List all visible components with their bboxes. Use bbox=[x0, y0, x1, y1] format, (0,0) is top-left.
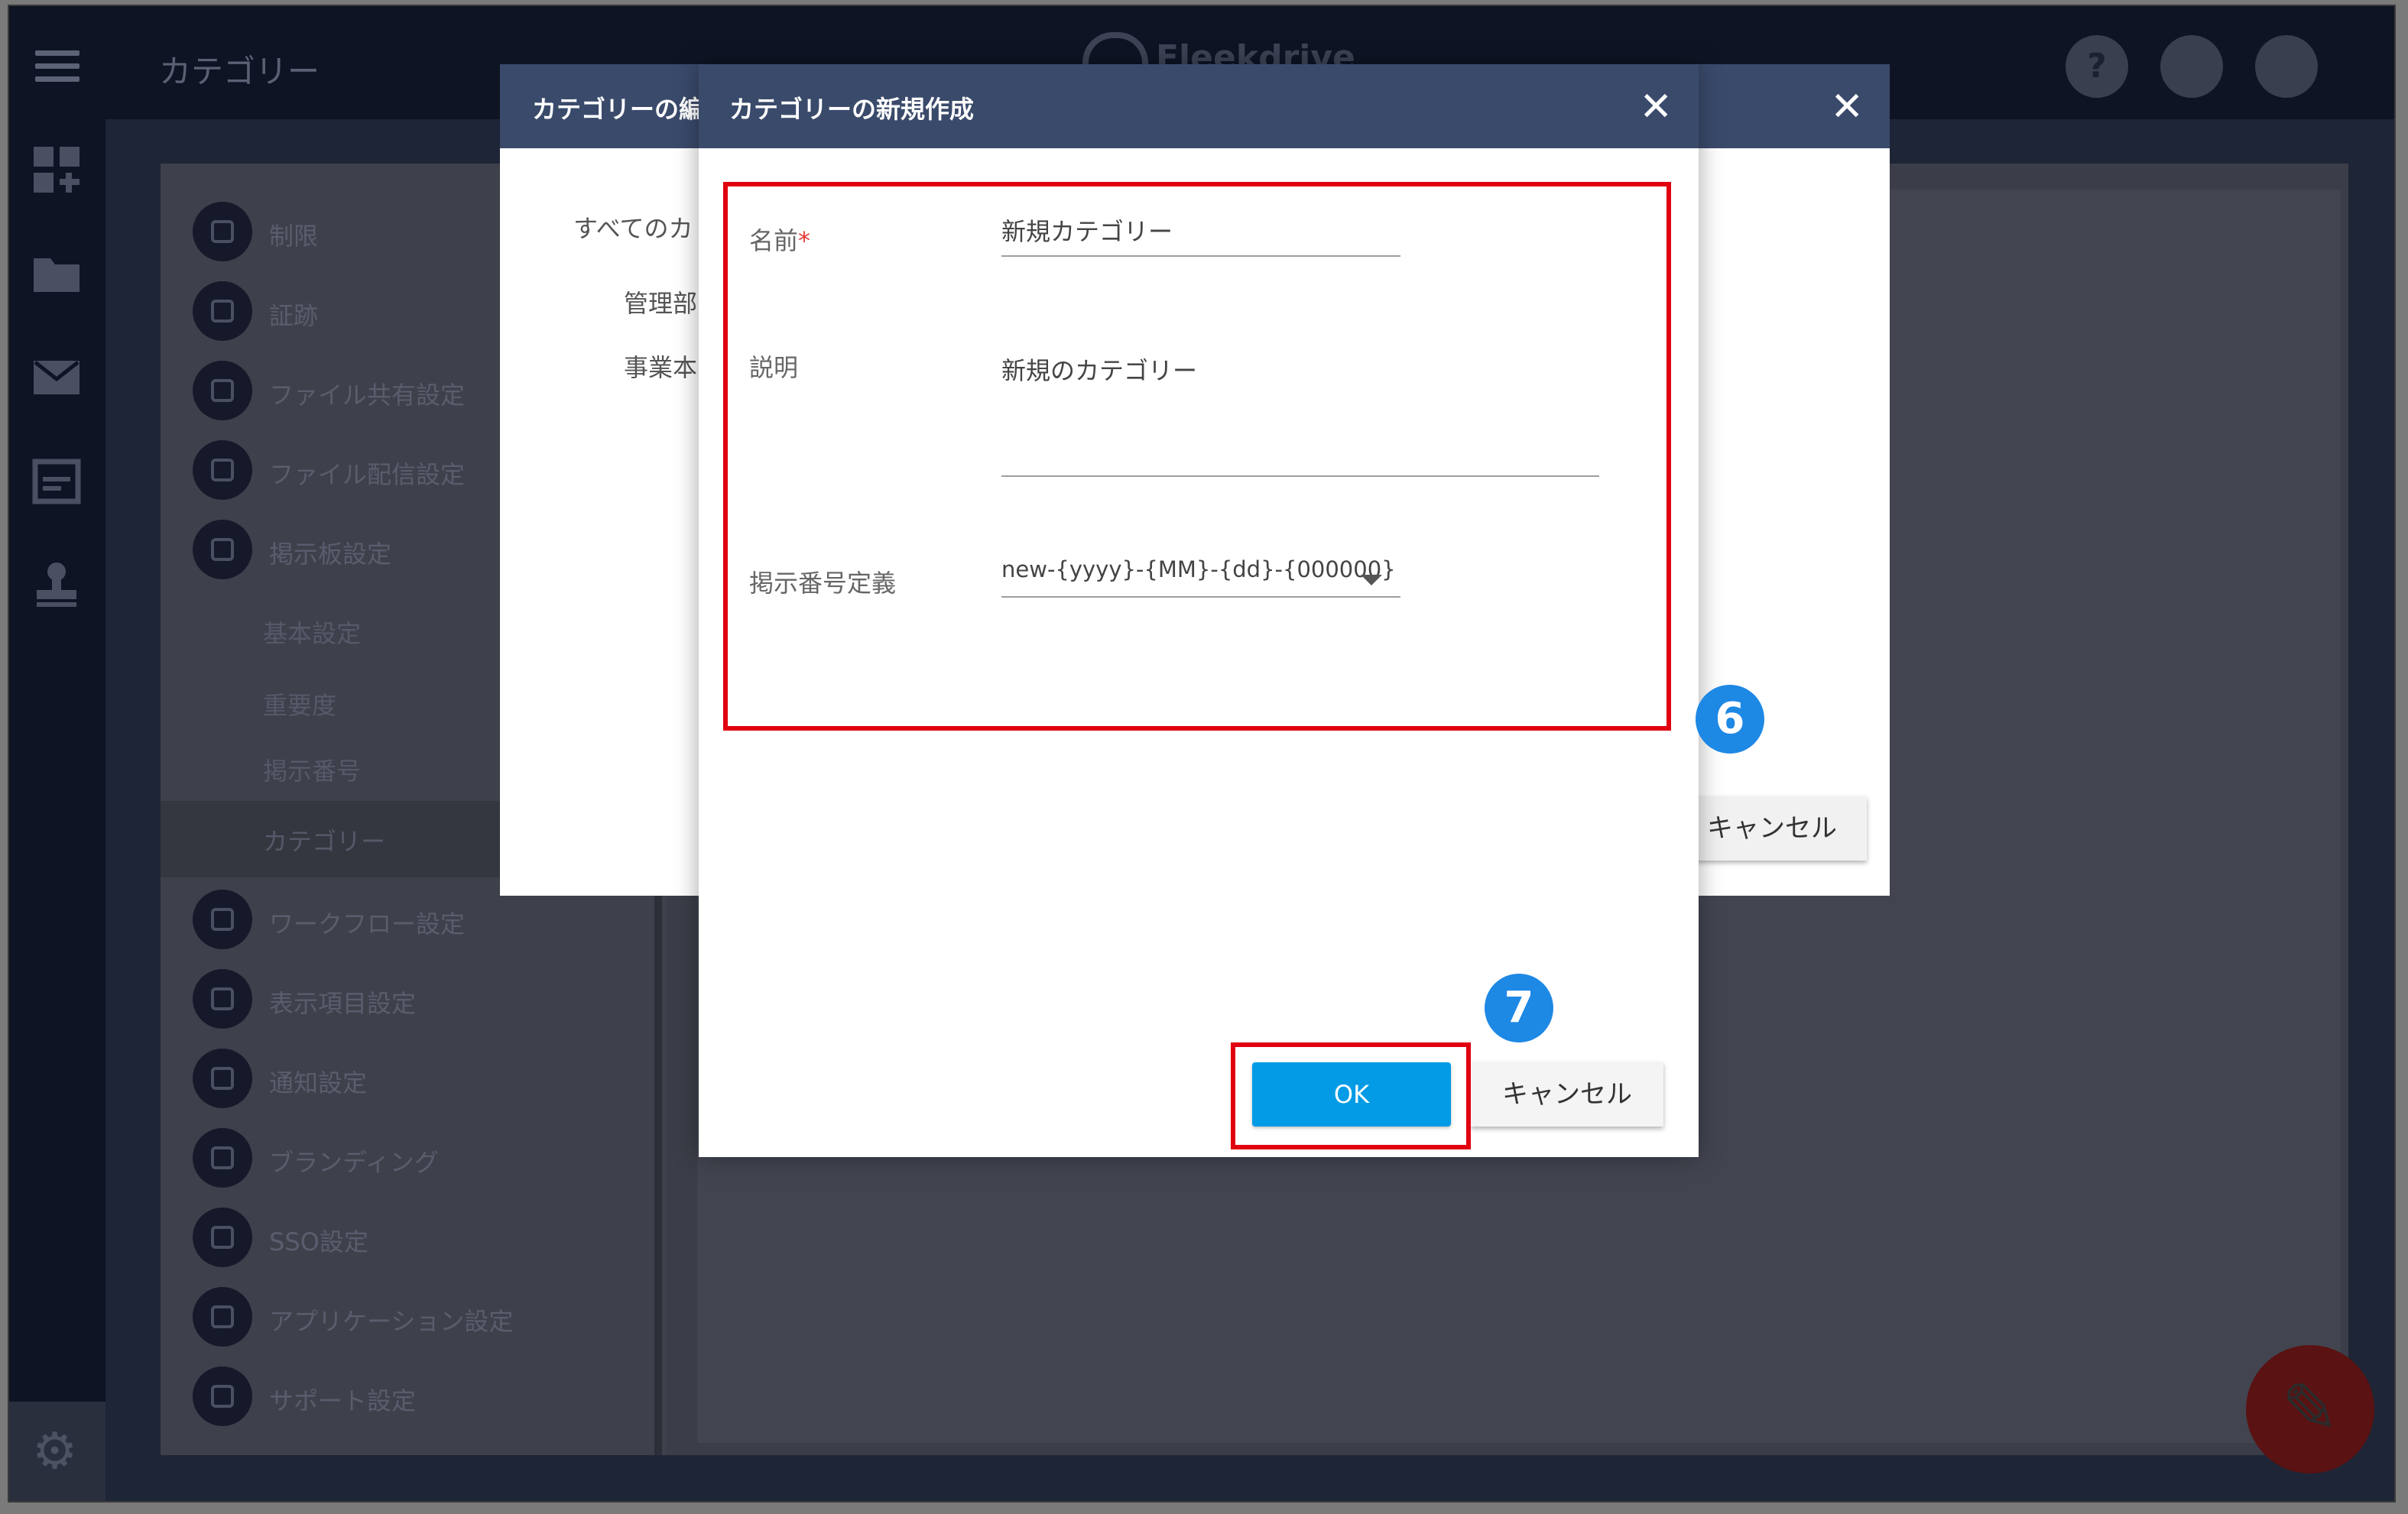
close-icon[interactable]: ✕ bbox=[1830, 84, 1864, 130]
settings-icon[interactable]: ⚙ bbox=[32, 1425, 77, 1478]
settings-rail-item[interactable]: ⚙ bbox=[9, 1402, 105, 1501]
board-icon[interactable] bbox=[31, 454, 83, 506]
dashboard-add-icon[interactable] bbox=[31, 144, 83, 196]
cancel-button[interactable]: キャンセル bbox=[1471, 1062, 1663, 1127]
sidebar-item-label: SSO設定 bbox=[269, 1227, 368, 1256]
edit-fab-button[interactable]: ✎ bbox=[2246, 1345, 2374, 1473]
support-icon bbox=[193, 1366, 252, 1426]
sidebar-item-workflow[interactable]: ワークフロー設定 bbox=[193, 890, 651, 951]
sidebar-item-label: 通知設定 bbox=[269, 1068, 368, 1097]
sidebar-item-label: ファイル共有設定 bbox=[269, 381, 466, 410]
left-rail: ⚙ bbox=[9, 119, 105, 1501]
highlight-form-box bbox=[723, 182, 1671, 731]
page-title: カテゴリー bbox=[159, 53, 320, 90]
highlight-ok-box bbox=[1231, 1042, 1471, 1149]
sidebar-item-label: ワークフロー設定 bbox=[269, 909, 466, 939]
sidebar-item-label: ブランディング bbox=[269, 1148, 439, 1177]
sso-icon bbox=[193, 1208, 252, 1267]
sidebar-subitem-priority[interactable]: 重要度 bbox=[263, 686, 336, 721]
app-icon bbox=[193, 1287, 252, 1347]
list-icon bbox=[193, 969, 252, 1029]
help-icon[interactable]: ? bbox=[2066, 35, 2128, 98]
dialog-title: カテゴリーの編 bbox=[532, 95, 704, 124]
sidebar-subitem-category[interactable]: カテゴリー bbox=[263, 822, 385, 858]
dialog-header: カテゴリーの新規作成 ✕ bbox=[699, 64, 1699, 148]
sidebar-item-label: 掲示板設定 bbox=[269, 540, 392, 569]
sidebar-item-label: 証跡 bbox=[269, 301, 319, 330]
sidebar-item-app[interactable]: アプリケーション設定 bbox=[193, 1287, 651, 1348]
tree-root[interactable]: すべてのカ bbox=[573, 209, 693, 245]
close-icon[interactable]: ✕ bbox=[1639, 84, 1673, 130]
bell-icon[interactable] bbox=[2160, 35, 2223, 98]
mail-icon[interactable] bbox=[31, 352, 83, 404]
sidebar-item-branding[interactable]: ブランディング bbox=[193, 1128, 651, 1189]
sidebar-item-notify[interactable]: 通知設定 bbox=[193, 1049, 651, 1110]
calendar-icon bbox=[193, 520, 252, 579]
brand-logo-icon bbox=[1082, 32, 1148, 69]
share-icon bbox=[193, 361, 252, 420]
tree-item[interactable]: 管理部 bbox=[624, 284, 697, 319]
step-6-badge: 6 bbox=[1696, 685, 1764, 754]
sidebar-item-label: サポート設定 bbox=[269, 1386, 417, 1415]
branding-icon bbox=[193, 1128, 252, 1188]
sidebar-item-label: ファイル配信設定 bbox=[269, 460, 466, 489]
bell-icon bbox=[193, 1049, 252, 1108]
folder-icon[interactable] bbox=[31, 248, 83, 300]
sidebar-item-display[interactable]: 表示項目設定 bbox=[193, 969, 651, 1030]
sidebar-item-support[interactable]: サポート設定 bbox=[193, 1366, 651, 1428]
workflow-stamp-icon[interactable] bbox=[31, 558, 83, 610]
dialog-title: カテゴリーの新規作成 bbox=[729, 95, 975, 124]
menu-icon[interactable] bbox=[35, 50, 80, 84]
tree-item[interactable]: 事業本 bbox=[624, 349, 697, 384]
sidebar-subitem-basic[interactable]: 基本設定 bbox=[263, 614, 361, 650]
sidebar-item-label: 制限 bbox=[269, 222, 319, 251]
mail-icon bbox=[193, 440, 252, 500]
pencil-icon: ✎ bbox=[2281, 1369, 2339, 1449]
cancel-button[interactable]: キャンセル bbox=[1677, 796, 1867, 861]
sidebar-subitem-number[interactable]: 掲示番号 bbox=[263, 752, 361, 787]
clock-icon bbox=[193, 281, 252, 341]
step-7-badge: 7 bbox=[1485, 974, 1553, 1042]
restriction-icon bbox=[193, 202, 252, 261]
sidebar-item-label: アプリケーション設定 bbox=[269, 1307, 514, 1336]
stamp-icon bbox=[193, 890, 252, 949]
sidebar-item-label: 表示項目設定 bbox=[269, 989, 417, 1018]
sidebar-item-sso[interactable]: SSO設定 bbox=[193, 1208, 651, 1269]
user-icon[interactable] bbox=[2255, 35, 2318, 98]
